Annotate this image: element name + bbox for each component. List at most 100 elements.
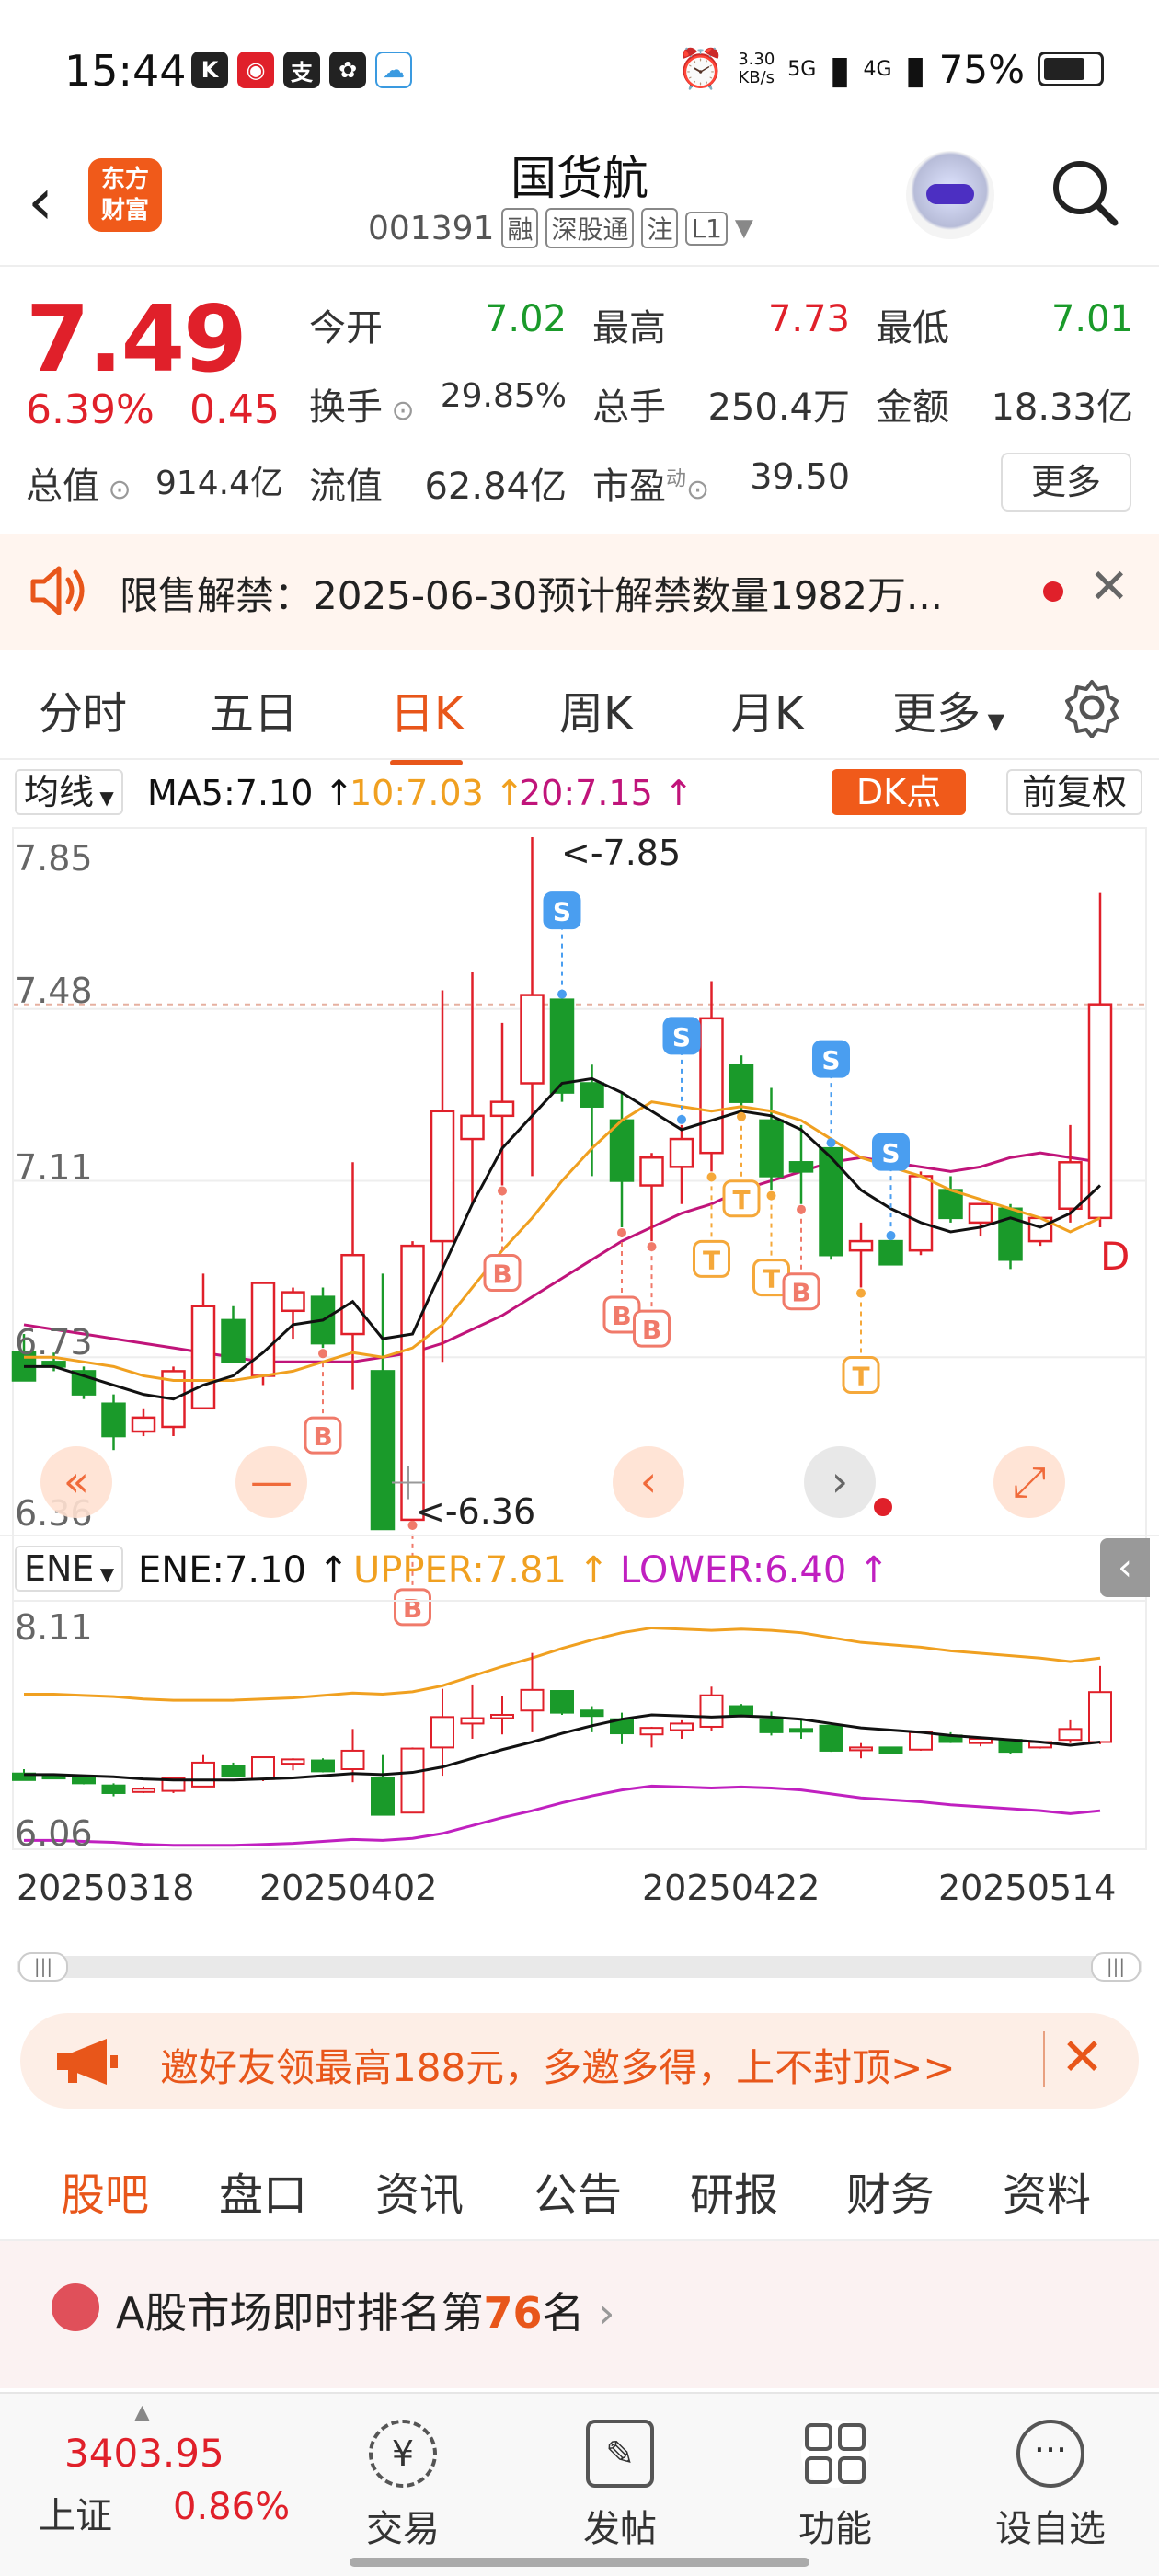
grid-icon: [801, 2420, 869, 2488]
scroll-left-fast-icon[interactable]: «: [40, 1446, 112, 1518]
candles: [11, 837, 1113, 1531]
tab-order-book[interactable]: 盘口: [219, 2158, 307, 2223]
tag-connect[interactable]: 深股通: [545, 208, 635, 248]
candle-body: [520, 994, 545, 1085]
nav-post[interactable]: ✎ 发帖: [556, 2420, 684, 2552]
signal-dot: [706, 1172, 717, 1182]
signal-dot: [886, 1231, 896, 1241]
tab-daily-k[interactable]: 日K: [390, 677, 464, 765]
dk-point-button[interactable]: DK点: [832, 769, 966, 815]
scroll-handle-left[interactable]: |||: [18, 1952, 68, 1982]
tab-announcements[interactable]: 公告: [534, 2158, 622, 2223]
scroll-left-icon[interactable]: ‹: [613, 1446, 684, 1518]
ene-label-bottom: 6.06: [15, 1813, 93, 1854]
home-indicator: [350, 2558, 809, 2567]
quote-open: 今开 7.02: [309, 298, 567, 350]
battery-icon: [1038, 52, 1104, 86]
candle-body: [549, 998, 575, 1094]
ma10-value: 10:7.03 ↑: [350, 773, 524, 813]
tag-registered[interactable]: 注: [641, 208, 679, 248]
signal-icon-2: ▮: [904, 46, 926, 92]
date-axis: 20250318 20250402 20250422 20250514: [0, 1868, 1159, 1923]
ene-candle-body: [101, 1784, 126, 1794]
tab-five-day[interactable]: 五日: [210, 677, 298, 742]
tab-financials[interactable]: 财务: [846, 2158, 935, 2223]
chart-range-scrollbar[interactable]: ||| |||: [17, 1952, 1142, 1982]
collapse-panel-icon[interactable]: ‹: [1100, 1538, 1150, 1597]
search-icon[interactable]: [1049, 156, 1120, 228]
signal-label: S: [672, 1022, 691, 1052]
alipay-icon: 支: [283, 52, 320, 88]
date-label: 20250514: [938, 1868, 1117, 1908]
candle-body: [101, 1402, 126, 1438]
last-price: 7.49: [26, 285, 247, 393]
scroll-handle-right[interactable]: |||: [1091, 1952, 1141, 1982]
chart-frame: [12, 827, 1147, 1850]
candle-body: [250, 1282, 276, 1377]
tab-forum[interactable]: 股吧: [61, 2158, 150, 2250]
tag-l1[interactable]: L1: [685, 211, 728, 246]
signal-label: B: [313, 1421, 332, 1452]
tab-research[interactable]: 研报: [690, 2158, 778, 2223]
tab-profile[interactable]: 资料: [1003, 2158, 1091, 2223]
net-speed: 3.30 KB/s: [738, 50, 775, 87]
ene-candle-body: [909, 1731, 933, 1751]
more-quote-button[interactable]: 更多: [1001, 453, 1131, 512]
ene-legend-bar: ENE ▼ ENE:7.10 ↑ UPPER:7.81 ↑ LOWER:6.40…: [0, 1535, 1159, 1599]
speaker-icon: [30, 566, 85, 615]
info-icon[interactable]: ⊙: [383, 395, 415, 427]
ene-indicator-select[interactable]: ENE ▼: [15, 1546, 124, 1592]
market-rank-card[interactable]: A股市场即时排名第76名 ›: [0, 2241, 1159, 2388]
candle-body: [281, 1291, 305, 1313]
robot-avatar-icon[interactable]: [906, 151, 994, 239]
chevron-down-icon[interactable]: ▼: [735, 214, 753, 242]
tab-news[interactable]: 资讯: [375, 2158, 464, 2223]
candle-body: [998, 1207, 1023, 1261]
ene-upper-polyline: [24, 1626, 1101, 1702]
nav-functions[interactable]: 功能: [771, 2420, 900, 2552]
tab-monthly-k[interactable]: 月K: [730, 677, 803, 742]
zoom-out-icon[interactable]: —: [235, 1446, 307, 1518]
info-icon[interactable]: ⊙: [686, 474, 709, 506]
ene-candle-body: [789, 1728, 813, 1733]
chevron-right-icon: ›: [584, 2288, 615, 2338]
ene-candle-body: [132, 1788, 155, 1793]
k-app-icon: K: [191, 52, 228, 88]
index-name[interactable]: 上证: [39, 2486, 112, 2539]
fullscreen-icon[interactable]: ⤢: [993, 1446, 1065, 1518]
index-change[interactable]: 0.86%: [173, 2486, 290, 2528]
ma-legend-bar: 均线 ▼ MA5:7.10 ↑ 10:7.03 ↑ 20:7.15 ↑ DK点 …: [0, 760, 1159, 824]
tab-intraday[interactable]: 分时: [39, 677, 127, 742]
adjust-select[interactable]: 前复权: [1006, 769, 1142, 815]
indicator-select[interactable]: 均线 ▼: [15, 769, 123, 815]
candle-body: [639, 1156, 664, 1187]
nav-trade[interactable]: ¥ 交易: [339, 2420, 467, 2552]
ene-candle-body: [191, 1761, 215, 1788]
chevron-down-icon: ▼: [94, 787, 114, 809]
signal-dot: [647, 1242, 657, 1252]
ene-candle-body: [520, 1688, 545, 1712]
scroll-right-icon[interactable]: ›: [804, 1446, 876, 1518]
tab-more[interactable]: 更多 ▼: [892, 677, 1004, 742]
ene-candle-body: [759, 1718, 784, 1733]
kline-chart[interactable]: BBBSB BSTTT BSTS 7.85 7.48 7.11 6.73 6.36 …: [0, 824, 1159, 1868]
gear-icon[interactable]: [1061, 677, 1122, 738]
invite-promo-banner[interactable]: 邀好友领最高188元，多邀多得，上不封顶>> ✕: [20, 2013, 1139, 2109]
expand-up-icon[interactable]: ▲: [134, 2401, 150, 2424]
ene-candle-body: [251, 1756, 275, 1780]
ene-candle-body: [1088, 1691, 1112, 1743]
close-icon[interactable]: ✕: [1089, 559, 1130, 615]
close-icon[interactable]: ✕: [1061, 2028, 1104, 2087]
chevron-down-icon: ▼: [94, 1563, 115, 1585]
status-time: 15:44: [64, 46, 187, 96]
tag-margin[interactable]: 融: [501, 208, 539, 248]
tab-weekly-k[interactable]: 周K: [559, 677, 632, 742]
nav-add-watchlist[interactable]: ··· 设自选: [986, 2420, 1115, 2552]
ene-candle-body: [670, 1722, 694, 1731]
candle-body: [848, 1239, 874, 1252]
index-value[interactable]: 3403.95: [64, 2431, 224, 2476]
info-icon[interactable]: ⊙: [99, 474, 132, 506]
megaphone-icon: [57, 2039, 118, 2085]
lockup-notice-bar[interactable]: 限售解禁：2025-06-30预计解禁数量1982万... ✕: [0, 534, 1159, 650]
ene-candle-body: [371, 1777, 395, 1816]
